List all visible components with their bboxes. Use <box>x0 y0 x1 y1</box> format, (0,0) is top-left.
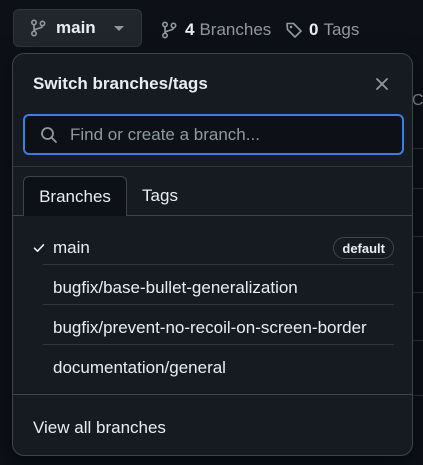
tags-link-label: Tags <box>323 20 360 39</box>
branch-list-item[interactable]: bugfix/base-bullet-generalization <box>23 268 394 308</box>
background-divider <box>412 236 423 237</box>
background-divider <box>412 395 423 396</box>
branch-list-item[interactable]: bugfix/prevent-no-recoil-on-screen-borde… <box>23 308 394 348</box>
branch-list: main default bugfix/base-bullet-generali… <box>13 216 412 394</box>
branch-name: main <box>53 238 90 257</box>
current-branch-label: main <box>56 18 96 37</box>
branches-link[interactable]: 4 Branches <box>161 19 271 41</box>
git-branch-icon <box>30 19 46 37</box>
search-icon <box>40 126 58 144</box>
background-partial-text: Ca <box>412 92 423 109</box>
tags-link[interactable]: 0 Tags <box>285 19 359 41</box>
tags-count: 0 <box>309 20 319 39</box>
default-badge: default <box>333 237 394 259</box>
background-divider <box>412 340 423 341</box>
item-divider <box>43 304 394 305</box>
branch-name: documentation/general <box>53 358 226 377</box>
branch-name: bugfix/base-bullet-generalization <box>53 278 298 297</box>
background-divider <box>412 188 423 189</box>
footer-divider <box>13 394 412 395</box>
repo-header-bar: main 4 Branches 0 Tags <box>0 0 423 58</box>
branch-list-item[interactable]: main default <box>23 228 394 268</box>
item-divider <box>43 264 394 265</box>
branch-selector-button[interactable]: main <box>13 9 142 47</box>
background-divider <box>412 148 423 149</box>
popover-title: Switch branches/tags <box>33 74 208 93</box>
x-icon <box>375 77 389 91</box>
git-branch-icon <box>161 21 177 39</box>
branch-switcher-popover: Switch branches/tags Branches Tags mai <box>12 53 413 456</box>
tag-icon <box>285 21 303 39</box>
branch-list-item[interactable]: documentation/general <box>23 348 394 388</box>
branches-link-label: Branches <box>199 20 272 39</box>
check-icon <box>33 243 45 253</box>
triangle-down-icon <box>114 26 124 31</box>
tab-branches[interactable]: Branches <box>23 176 127 216</box>
branches-count: 4 <box>185 20 195 39</box>
background-divider <box>412 292 423 293</box>
item-divider <box>43 344 394 345</box>
branch-name: bugfix/prevent-no-recoil-on-screen-borde… <box>53 318 367 337</box>
view-all-branches-link[interactable]: View all branches <box>33 418 166 438</box>
tab-tags[interactable]: Tags <box>127 176 193 216</box>
branch-search-field[interactable] <box>23 114 404 155</box>
branch-search-input[interactable] <box>70 124 370 145</box>
close-button[interactable] <box>368 70 396 98</box>
divider <box>13 166 412 167</box>
